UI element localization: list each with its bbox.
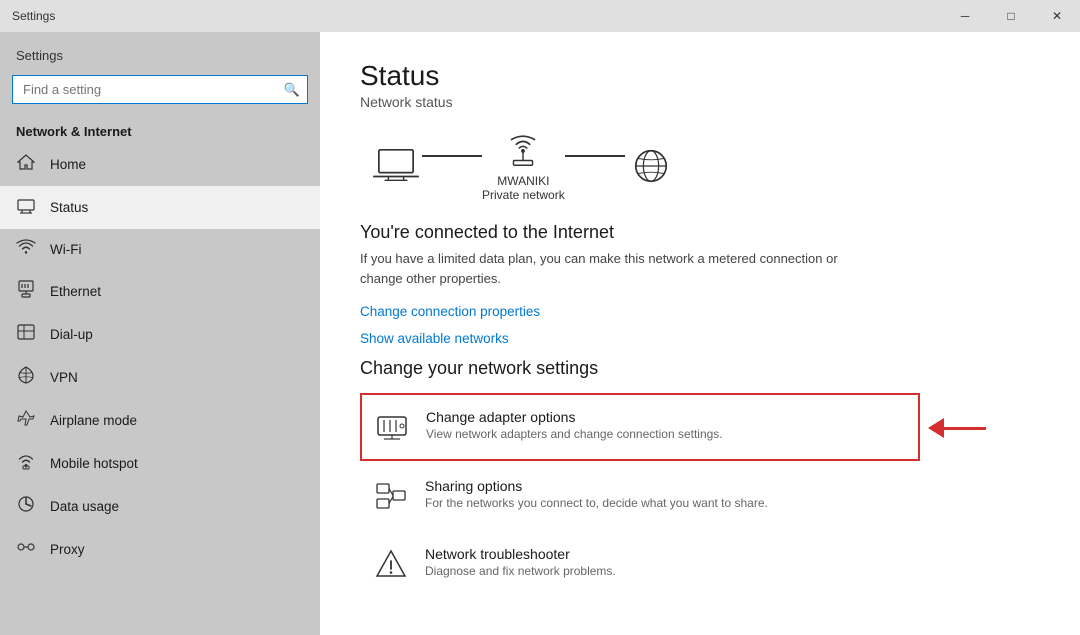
sidebar-item-home-label: Home: [50, 157, 86, 172]
sidebar-item-home[interactable]: Home: [0, 143, 320, 186]
sidebar-item-vpn[interactable]: VPN: [0, 356, 320, 399]
airplane-icon: [16, 409, 36, 432]
close-button[interactable]: ✕: [1034, 0, 1080, 32]
sidebar-item-status-label: Status: [50, 200, 88, 215]
sidebar-item-hotspot-label: Mobile hotspot: [50, 456, 138, 471]
vpn-icon: [16, 366, 36, 389]
search-input[interactable]: [12, 75, 308, 104]
ethernet-icon: [16, 280, 36, 303]
status-icon: [16, 196, 36, 219]
arrow-head-left: [928, 418, 944, 438]
show-networks-link[interactable]: Show available networks: [360, 331, 1040, 346]
sharing-icon: [373, 478, 409, 514]
adapter-icon: [374, 409, 410, 445]
adapter-item-title: Change adapter options: [426, 409, 723, 425]
sharing-item-desc: For the networks you connect to, decide …: [425, 496, 768, 510]
sidebar-app-title: Settings: [0, 32, 320, 71]
hotspot-icon: [16, 452, 36, 475]
content-area: Status Network status: [320, 32, 1080, 635]
datausage-icon: [16, 495, 36, 518]
sidebar-item-proxy-label: Proxy: [50, 542, 85, 557]
wifi-icon: [16, 239, 36, 260]
titlebar: Settings ─ □ ✕: [0, 0, 1080, 32]
globe-icon: [625, 146, 677, 186]
network-diagram: MWANIKI Private network: [370, 130, 1040, 202]
laptop-icon-container: [370, 146, 422, 186]
red-arrow: [928, 418, 986, 438]
router-icon-container: MWANIKI Private network: [482, 130, 565, 202]
sidebar-item-proxy[interactable]: Proxy: [0, 528, 320, 571]
main-container: Settings 🔍 Network & Internet Home: [0, 32, 1080, 635]
dialup-icon: [16, 323, 36, 346]
change-settings-title: Change your network settings: [360, 358, 1040, 379]
network-line-1: [422, 155, 482, 157]
sidebar-item-hotspot[interactable]: Mobile hotspot: [0, 442, 320, 485]
sharing-item-text: Sharing options For the networks you con…: [425, 478, 768, 510]
sidebar-item-status[interactable]: Status: [0, 186, 320, 229]
network-line-2: [565, 155, 625, 157]
troubleshooter-item-desc: Diagnose and fix network problems.: [425, 564, 616, 578]
change-connection-link[interactable]: Change connection properties: [360, 304, 1040, 319]
troubleshooter-item-title: Network troubleshooter: [425, 546, 616, 562]
arrow-line: [944, 427, 986, 430]
titlebar-title: Settings: [12, 9, 55, 23]
sidebar-item-dialup-label: Dial-up: [50, 327, 93, 342]
connected-desc: If you have a limited data plan, you can…: [360, 249, 880, 288]
sidebar-search-container: 🔍: [12, 75, 308, 104]
sidebar-item-ethernet-label: Ethernet: [50, 284, 101, 299]
sidebar-item-datausage-label: Data usage: [50, 499, 119, 514]
change-adapter-item[interactable]: Change adapter options View network adap…: [360, 393, 920, 461]
sidebar-item-dialup[interactable]: Dial-up: [0, 313, 320, 356]
router-icon: [497, 130, 549, 170]
maximize-button[interactable]: □: [988, 0, 1034, 32]
sidebar-item-airplane-label: Airplane mode: [50, 413, 137, 428]
troubleshooter-icon: [373, 546, 409, 582]
page-title: Status: [360, 60, 1040, 92]
router-label: MWANIKI Private network: [482, 174, 565, 202]
proxy-icon: [16, 538, 36, 561]
sidebar: Settings 🔍 Network & Internet Home: [0, 32, 320, 635]
sidebar-item-airplane[interactable]: Airplane mode: [0, 399, 320, 442]
adapter-item-text: Change adapter options View network adap…: [426, 409, 723, 441]
connected-title: You're connected to the Internet: [360, 222, 1040, 243]
sidebar-item-vpn-label: VPN: [50, 370, 78, 385]
sidebar-item-wifi-label: Wi-Fi: [50, 242, 81, 257]
sidebar-item-datausage[interactable]: Data usage: [0, 485, 320, 528]
sharing-item-title: Sharing options: [425, 478, 768, 494]
search-icon: 🔍: [284, 82, 300, 98]
minimize-button[interactable]: ─: [942, 0, 988, 32]
laptop-icon: [370, 146, 422, 186]
troubleshooter-item-text: Network troubleshooter Diagnose and fix …: [425, 546, 616, 578]
home-icon: [16, 153, 36, 176]
troubleshooter-item[interactable]: Network troubleshooter Diagnose and fix …: [360, 531, 920, 597]
adapter-item-desc: View network adapters and change connect…: [426, 427, 723, 441]
titlebar-controls: ─ □ ✕: [942, 0, 1080, 32]
sidebar-section-label: Network & Internet: [0, 116, 320, 143]
sharing-options-item[interactable]: Sharing options For the networks you con…: [360, 463, 920, 529]
globe-icon-container: [625, 146, 677, 186]
page-subtitle: Network status: [360, 94, 1040, 110]
sidebar-item-ethernet[interactable]: Ethernet: [0, 270, 320, 313]
sidebar-item-wifi[interactable]: Wi-Fi: [0, 229, 320, 270]
